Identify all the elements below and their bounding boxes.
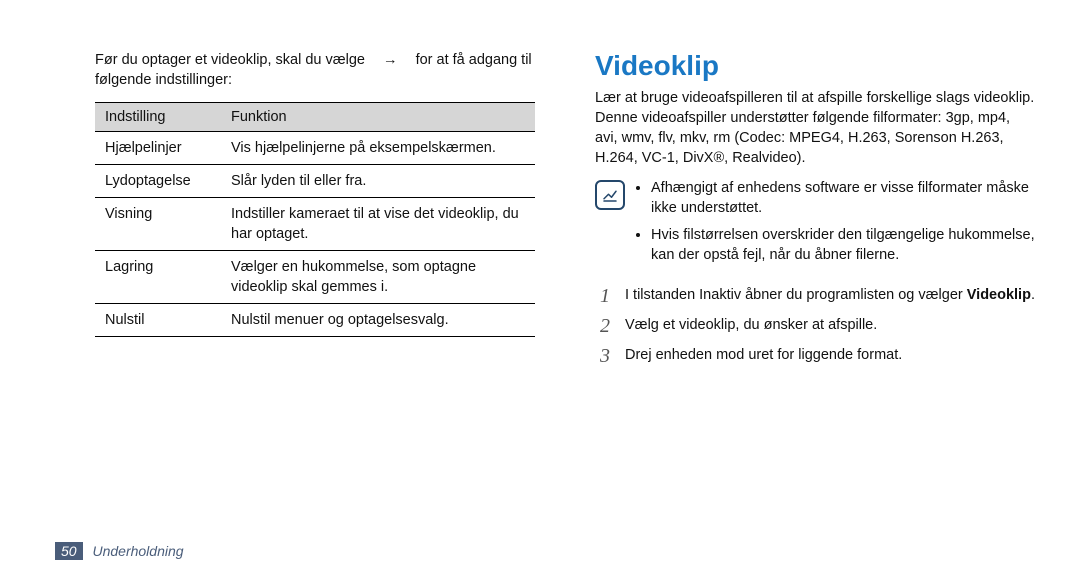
settings-table: Indstilling Funktion Hjælpelinjer Vis hj… xyxy=(95,102,535,337)
page-footer: 50 Underholdning xyxy=(55,542,184,560)
step: 1 I tilstanden Inaktiv åbner du programl… xyxy=(595,285,1035,307)
footer-section: Underholdning xyxy=(92,543,183,559)
arrow-icon: → xyxy=(369,50,412,70)
step-text: I tilstanden Inaktiv åbner du programlis… xyxy=(625,285,1035,307)
right-column: Videoklip Lær at bruge videoafspilleren … xyxy=(595,50,1035,375)
th-function: Funktion xyxy=(221,103,535,132)
step: 3 Drej enheden mod uret for liggende for… xyxy=(595,345,1035,367)
cell-key: Visning xyxy=(95,198,221,251)
step-pre: Vælg et videoklip, du ønsker at afspille… xyxy=(625,317,877,333)
note-icon xyxy=(595,180,625,210)
step-text: Vælg et videoklip, du ønsker at afspille… xyxy=(625,315,1035,337)
cell-value: Indstiller kameraet til at vise det vide… xyxy=(221,198,535,251)
page-number: 50 xyxy=(55,542,83,560)
cell-value: Nulstil menuer og optagelsesvalg. xyxy=(221,304,535,337)
note-item: Afhængigt af enhedens software er visse … xyxy=(651,178,1035,219)
intro-pre: Før du optager et videoklip, skal du væl… xyxy=(95,52,365,68)
left-column: Før du optager et videoklip, skal du væl… xyxy=(95,50,535,375)
th-setting: Indstilling xyxy=(95,103,221,132)
step-number: 3 xyxy=(595,345,615,367)
cell-key: Nulstil xyxy=(95,304,221,337)
cell-key: Hjælpelinjer xyxy=(95,132,221,165)
table-header-row: Indstilling Funktion xyxy=(95,103,535,132)
step-pre: I tilstanden Inaktiv åbner du programlis… xyxy=(625,287,967,303)
page-content: Før du optager et videoklip, skal du væl… xyxy=(0,0,1080,375)
step-number: 2 xyxy=(595,315,615,337)
cell-value: Slår lyden til eller fra. xyxy=(221,165,535,198)
step-text: Drej enheden mod uret for liggende forma… xyxy=(625,345,1035,367)
note-list: Afhængigt af enhedens software er visse … xyxy=(635,178,1035,271)
step: 2 Vælg et videoklip, du ønsker at afspil… xyxy=(595,315,1035,337)
table-row: Hjælpelinjer Vis hjælpelinjerne på eksem… xyxy=(95,132,535,165)
intro-paragraph: Før du optager et videoklip, skal du væl… xyxy=(95,50,535,90)
table-row: Lagring Vælger en hukommelse, som optagn… xyxy=(95,251,535,304)
step-bold: Videoklip xyxy=(967,287,1031,303)
note-block: Afhængigt af enhedens software er visse … xyxy=(595,178,1035,271)
step-number: 1 xyxy=(595,285,615,307)
note-item: Hvis filstørrelsen overskrider den tilgæ… xyxy=(651,225,1035,266)
table-row: Visning Indstiller kameraet til at vise … xyxy=(95,198,535,251)
cell-key: Lydoptagelse xyxy=(95,165,221,198)
step-pre: Drej enheden mod uret for liggende forma… xyxy=(625,347,902,363)
table-row: Lydoptagelse Slår lyden til eller fra. xyxy=(95,165,535,198)
cell-value: Vælger en hukommelse, som optagne videok… xyxy=(221,251,535,304)
body-text: Lær at bruge videoafspilleren til at afs… xyxy=(595,88,1035,168)
table-row: Nulstil Nulstil menuer og optagelsesvalg… xyxy=(95,304,535,337)
cell-key: Lagring xyxy=(95,251,221,304)
step-post: . xyxy=(1031,287,1035,303)
cell-value: Vis hjælpelinjerne på eksempelskærmen. xyxy=(221,132,535,165)
section-title: Videoklip xyxy=(595,50,1035,82)
